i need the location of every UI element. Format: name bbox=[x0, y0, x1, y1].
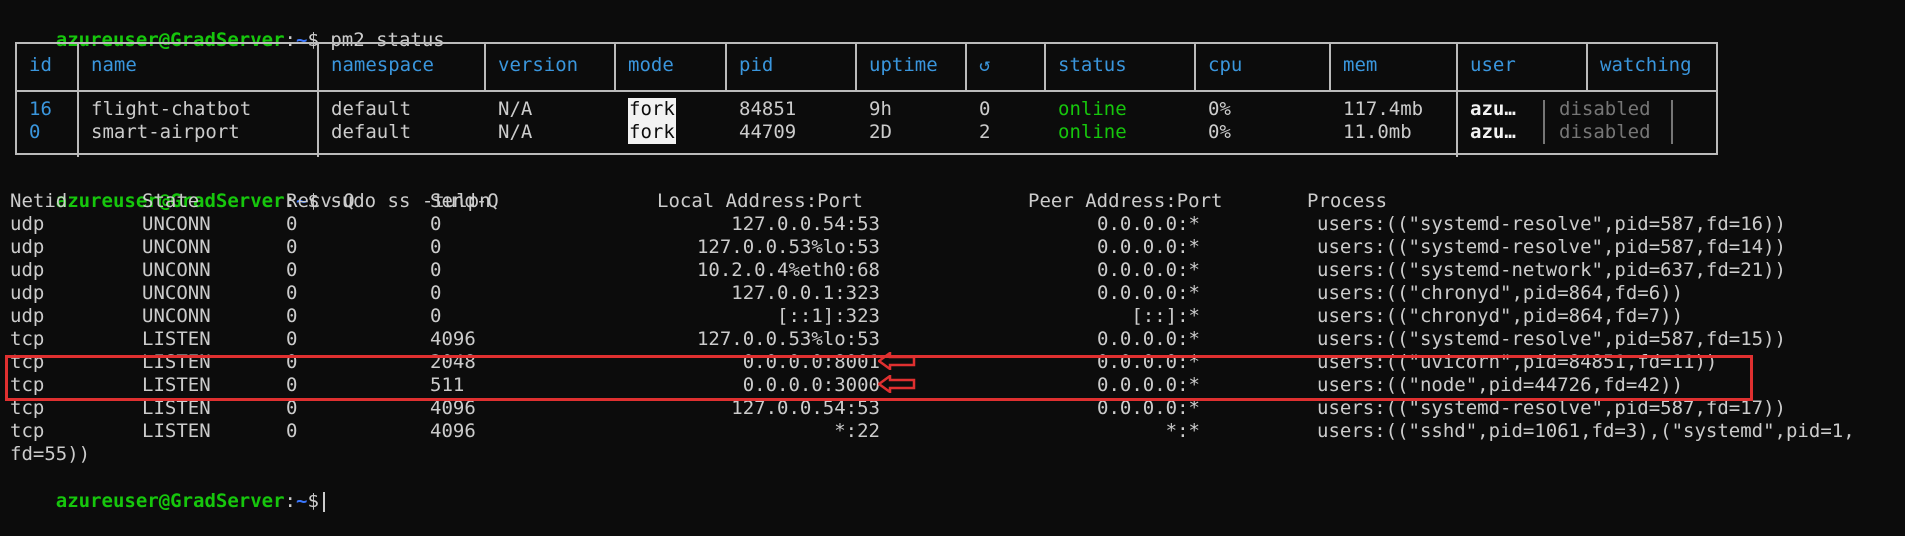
ss-cell-state: UNCONN bbox=[142, 305, 211, 327]
column-separator bbox=[1671, 100, 1673, 144]
pm2-row-name: flight-chatbot bbox=[91, 98, 252, 120]
col-pid: pid bbox=[739, 54, 774, 76]
ss-cell-netid: tcp bbox=[10, 420, 45, 442]
pm2-row-id: 0 bbox=[29, 121, 41, 143]
ss-cell-sendq: 4096 bbox=[430, 328, 476, 350]
ss-cell-state: UNCONN bbox=[142, 259, 211, 281]
ss-cell-process: users:(("systemd-resolve",pid=587,fd=14)… bbox=[1317, 236, 1786, 258]
ss-cell-process: users:(("systemd-network",pid=637,fd=21)… bbox=[1317, 259, 1786, 281]
ss-cell-state: LISTEN bbox=[142, 420, 211, 442]
column-separator bbox=[1543, 100, 1545, 144]
terminal-window: azureuser@GradServer:~$ pm2 status id na… bbox=[0, 0, 1905, 512]
ss-row: tcp LISTEN 0 4096 *:22 *:* users:(("sshd",pid=… bbox=[10, 420, 1890, 443]
ss-header-row: Netid State Recv-Q Send-Q Local Address:… bbox=[10, 190, 1388, 212]
ss-cell-peer: 0.0.0.0:* bbox=[1097, 213, 1200, 235]
mode-badge: fork bbox=[628, 98, 676, 121]
col-mem: mem bbox=[1343, 54, 1378, 76]
red-arrow-icon bbox=[878, 352, 916, 370]
ss-cell-local: 127.0.0.53%lo:53 bbox=[696, 236, 880, 258]
ss-cell-local: 127.0.0.53%lo:53 bbox=[696, 328, 880, 350]
ss-cell-state: UNCONN bbox=[142, 282, 211, 304]
ss-cell-state: UNCONN bbox=[142, 236, 211, 258]
text-cursor[interactable] bbox=[322, 491, 325, 512]
col-cpu: cpu bbox=[1208, 54, 1243, 76]
ss-cell-recvq: 0 bbox=[286, 282, 298, 304]
ss-cell-peer: 0.0.0.0:* bbox=[1097, 236, 1200, 258]
ss-cell-state: UNCONN bbox=[142, 213, 211, 235]
col-user: user bbox=[1470, 54, 1516, 76]
ss-cell-sendq: 0 bbox=[430, 282, 442, 304]
ss-cell-peer: *:* bbox=[1165, 420, 1200, 442]
ss-cell-peer: 0.0.0.0:* bbox=[1097, 259, 1200, 281]
ss-cell-recvq: 0 bbox=[286, 420, 298, 442]
ss-cell-peer: [::]:* bbox=[1131, 305, 1200, 327]
ss-cell-netid: udp bbox=[10, 236, 45, 258]
red-arrow-icon bbox=[878, 375, 916, 393]
ss-cell-local: 127.0.0.1:323 bbox=[731, 282, 880, 304]
ss-row: udp UNCONN 0 0 127.0.0.54:53 0.0.0.0:* users:(… bbox=[10, 213, 1890, 236]
ss-cell-process: users:(("chronyd",pid=864,fd=6)) bbox=[1317, 282, 1684, 304]
ss-row: udp UNCONN 0 0 127.0.0.53%lo:53 0.0.0.0:* user… bbox=[10, 236, 1890, 259]
ss-cell-netid: udp bbox=[10, 305, 45, 327]
ss-row: tcp LISTEN 0 4096 127.0.0.53%lo:53 0.0.0.0:* u… bbox=[10, 328, 1890, 351]
prompt-line-pm2: azureuser@GradServer:~$ pm2 status bbox=[55, 29, 445, 51]
col-version: version bbox=[498, 54, 579, 76]
col-uptime: uptime bbox=[869, 54, 938, 76]
ss-cell-peer: 0.0.0.0:* bbox=[1097, 282, 1200, 304]
pm2-row-name: smart-airport bbox=[91, 121, 240, 143]
pm2-status-table: id name namespace version mode pid uptim… bbox=[15, 42, 1718, 157]
ss-cell-local: 127.0.0.54:53 bbox=[731, 213, 880, 235]
ss-row: udp UNCONN 0 0 10.2.0.4%eth0:68 0.0.0.0:* user… bbox=[10, 259, 1890, 282]
ss-cell-sendq: 4096 bbox=[430, 420, 476, 442]
ss-cell-process: users:(("systemd-resolve",pid=587,fd=16)… bbox=[1317, 213, 1786, 235]
ss-cell-netid: udp bbox=[10, 213, 45, 235]
ss-row: udp UNCONN 0 0 127.0.0.1:323 0.0.0.0:* users:(… bbox=[10, 282, 1890, 305]
ss-row: udp UNCONN 0 0 [::1]:323 [::]:* users:(("chron… bbox=[10, 305, 1890, 328]
ss-cell-recvq: 0 bbox=[286, 213, 298, 235]
mode-badge: fork bbox=[628, 121, 676, 144]
ss-cell-recvq: 0 bbox=[286, 328, 298, 350]
pm2-row-id: 16 bbox=[29, 98, 52, 120]
ss-wrapped-text: fd=55)) bbox=[10, 443, 91, 465]
ss-cell-state: LISTEN bbox=[142, 328, 211, 350]
pm2-header-row bbox=[17, 44, 1716, 92]
ss-cell-recvq: 0 bbox=[286, 305, 298, 327]
ss-cell-peer: 0.0.0.0:* bbox=[1097, 328, 1200, 350]
ss-cell-local: 10.2.0.4%eth0:68 bbox=[696, 259, 880, 281]
ss-cell-sendq: 0 bbox=[430, 259, 442, 281]
ss-cell-netid: tcp bbox=[10, 328, 45, 350]
ss-cell-process: users:(("systemd-resolve",pid=587,fd=15)… bbox=[1317, 328, 1786, 350]
ss-cell-netid: udp bbox=[10, 259, 45, 281]
ss-cell-sendq: 0 bbox=[430, 213, 442, 235]
ss-cell-netid: udp bbox=[10, 282, 45, 304]
status-online: online bbox=[1058, 121, 1127, 143]
ss-cell-recvq: 0 bbox=[286, 236, 298, 258]
col-restarts-icon: ↺ bbox=[979, 54, 991, 76]
col-status: status bbox=[1058, 54, 1127, 76]
ss-cell-sendq: 0 bbox=[430, 305, 442, 327]
col-name: name bbox=[91, 54, 137, 76]
ss-cell-process: users:(("sshd",pid=1061,fd=3),("systemd"… bbox=[1317, 420, 1855, 442]
ss-cell-local: *:22 bbox=[834, 420, 880, 442]
col-namespace: namespace bbox=[331, 54, 434, 76]
col-mode: mode bbox=[628, 54, 674, 76]
ss-cell-local: [::1]:323 bbox=[777, 305, 880, 327]
ss-cell-sendq: 0 bbox=[430, 236, 442, 258]
ss-cell-process: users:(("chronyd",pid=864,fd=7)) bbox=[1317, 305, 1684, 327]
prompt-line-ss: azureuser@GradServer:~$ sudo ss -tulpn bbox=[55, 190, 491, 212]
status-online: online bbox=[1058, 98, 1127, 120]
col-watching: watching bbox=[1600, 54, 1692, 76]
ss-cell-recvq: 0 bbox=[286, 259, 298, 281]
col-id: id bbox=[29, 54, 52, 76]
prompt-line-final: azureuser@GradServer:~$ bbox=[10, 467, 325, 512]
